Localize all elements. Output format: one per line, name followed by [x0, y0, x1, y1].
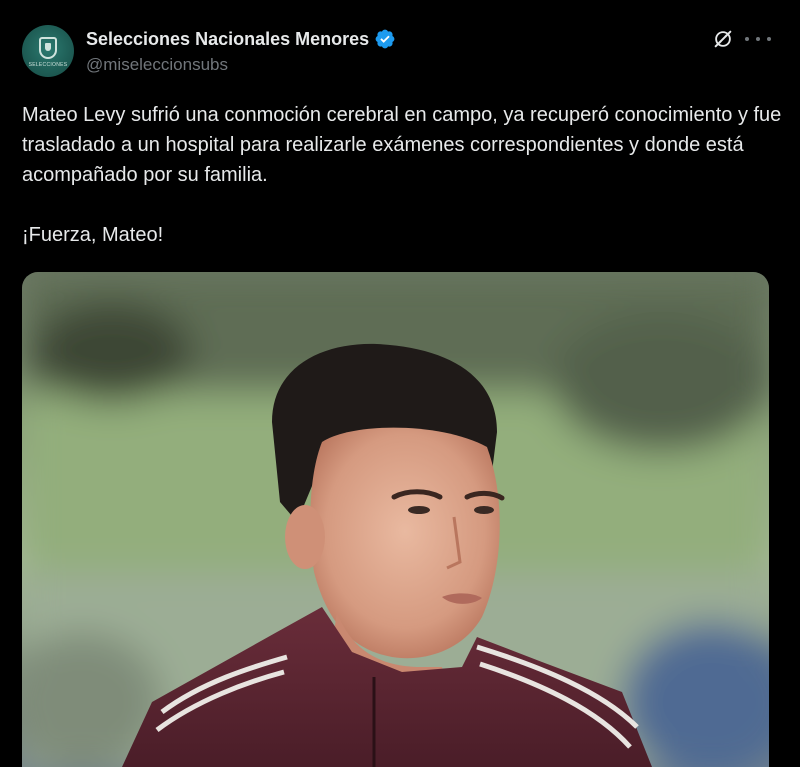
federation-logo-icon — [39, 37, 57, 59]
tweet-paragraph: Mateo Levy sufrió una conmoción cerebral… — [22, 104, 782, 186]
grok-icon[interactable] — [712, 28, 734, 50]
more-dot — [767, 37, 771, 41]
name-row: Selecciones Nacionales Menores — [86, 28, 396, 50]
player-portrait-photo — [22, 272, 769, 767]
avatar-caption: SELECCIONES — [28, 62, 68, 68]
more-dot — [745, 37, 749, 41]
account-handle[interactable]: @miseleccionsubs — [86, 54, 228, 76]
avatar[interactable]: SELECCIONES — [22, 25, 74, 77]
tweet-text: Mateo Levy sufrió una conmoción cerebral… — [22, 100, 782, 250]
tweet-photo[interactable] — [22, 272, 769, 767]
tweet-card: SELECCIONES Selecciones Nacionales Menor… — [0, 0, 800, 767]
verified-badge-icon — [375, 29, 395, 49]
more-dot — [756, 37, 760, 41]
more-options-icon[interactable] — [745, 28, 771, 50]
tweet-paragraph: ¡Fuerza, Mateo! — [22, 224, 164, 246]
display-name[interactable]: Selecciones Nacionales Menores — [86, 28, 369, 50]
